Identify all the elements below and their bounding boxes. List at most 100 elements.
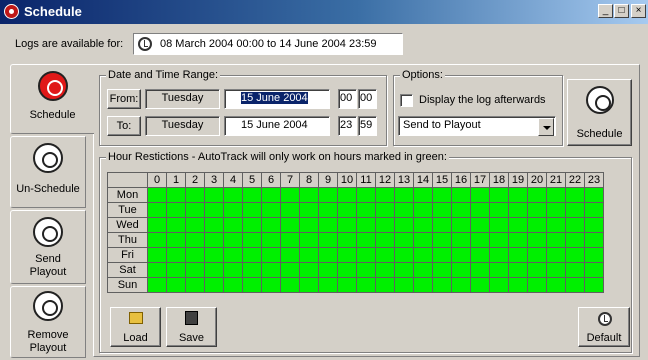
hour-cell[interactable] bbox=[584, 232, 604, 248]
hour-cell[interactable] bbox=[299, 202, 319, 218]
hour-cell[interactable] bbox=[527, 202, 547, 218]
hour-cell[interactable] bbox=[508, 232, 528, 248]
hour-cell[interactable] bbox=[318, 217, 338, 233]
hour-cell[interactable] bbox=[280, 247, 300, 263]
to-date-field[interactable]: 15 June 2004 bbox=[224, 116, 330, 136]
hour-cell[interactable] bbox=[489, 232, 509, 248]
day-label[interactable]: Thu bbox=[107, 232, 148, 248]
day-label[interactable]: Fri bbox=[107, 247, 148, 263]
hour-cell[interactable] bbox=[337, 247, 357, 263]
hour-cell[interactable] bbox=[337, 187, 357, 203]
hour-cell[interactable] bbox=[242, 232, 262, 248]
hour-cell[interactable] bbox=[375, 247, 395, 263]
day-label[interactable]: Sat bbox=[107, 262, 148, 278]
hour-cell[interactable] bbox=[166, 277, 186, 293]
from-button[interactable]: From: bbox=[107, 89, 141, 109]
hour-cell[interactable] bbox=[185, 217, 205, 233]
hour-cell[interactable] bbox=[565, 217, 585, 233]
hour-cell[interactable] bbox=[470, 232, 490, 248]
hour-cell[interactable] bbox=[280, 262, 300, 278]
hour-header[interactable]: 18 bbox=[489, 172, 509, 188]
hour-cell[interactable] bbox=[432, 262, 452, 278]
close-button[interactable]: × bbox=[631, 4, 646, 18]
hour-cell[interactable] bbox=[394, 247, 414, 263]
hour-cell[interactable] bbox=[280, 277, 300, 293]
schedule-button[interactable]: Schedule bbox=[567, 79, 632, 146]
hour-cell[interactable] bbox=[261, 217, 281, 233]
hour-header[interactable]: 11 bbox=[356, 172, 376, 188]
hour-cell[interactable] bbox=[204, 232, 224, 248]
hour-cell[interactable] bbox=[565, 187, 585, 203]
hour-header[interactable]: 23 bbox=[584, 172, 604, 188]
hour-cell[interactable] bbox=[337, 262, 357, 278]
hour-cell[interactable] bbox=[527, 187, 547, 203]
tab-send-playout[interactable]: Send Playout bbox=[10, 210, 86, 284]
hour-cell[interactable] bbox=[223, 247, 243, 263]
hour-cell[interactable] bbox=[432, 232, 452, 248]
hour-header[interactable]: 17 bbox=[470, 172, 490, 188]
hour-cell[interactable] bbox=[584, 217, 604, 233]
hour-cell[interactable] bbox=[546, 277, 566, 293]
hour-header[interactable]: 9 bbox=[318, 172, 338, 188]
playout-dropdown[interactable]: Send to Playout bbox=[398, 116, 556, 136]
hour-cell[interactable] bbox=[299, 262, 319, 278]
hour-cell[interactable] bbox=[185, 262, 205, 278]
hour-cell[interactable] bbox=[546, 217, 566, 233]
hour-cell[interactable] bbox=[565, 202, 585, 218]
hour-cell[interactable] bbox=[204, 202, 224, 218]
to-hour-field[interactable]: 23 bbox=[338, 116, 357, 136]
hour-header[interactable]: 21 bbox=[546, 172, 566, 188]
hour-cell[interactable] bbox=[185, 247, 205, 263]
hour-cell[interactable] bbox=[318, 277, 338, 293]
day-label[interactable]: Wed bbox=[107, 217, 148, 233]
hour-cell[interactable] bbox=[204, 217, 224, 233]
hour-cell[interactable] bbox=[489, 202, 509, 218]
hour-cell[interactable] bbox=[565, 262, 585, 278]
tab-schedule[interactable]: Schedule bbox=[10, 64, 94, 134]
hour-cell[interactable] bbox=[166, 187, 186, 203]
hour-cell[interactable] bbox=[299, 187, 319, 203]
maximize-button[interactable]: □ bbox=[614, 4, 629, 18]
hour-cell[interactable] bbox=[318, 187, 338, 203]
hour-cell[interactable] bbox=[318, 232, 338, 248]
hour-cell[interactable] bbox=[508, 187, 528, 203]
hour-cell[interactable] bbox=[470, 202, 490, 218]
hour-cell[interactable] bbox=[470, 262, 490, 278]
hour-cell[interactable] bbox=[375, 262, 395, 278]
day-label[interactable]: Sun bbox=[107, 277, 148, 293]
hour-cell[interactable] bbox=[356, 277, 376, 293]
hour-cell[interactable] bbox=[413, 277, 433, 293]
hour-cell[interactable] bbox=[242, 217, 262, 233]
hour-cell[interactable] bbox=[451, 232, 471, 248]
hour-cell[interactable] bbox=[508, 217, 528, 233]
hour-cell[interactable] bbox=[204, 262, 224, 278]
hour-cell[interactable] bbox=[318, 262, 338, 278]
hour-cell[interactable] bbox=[356, 217, 376, 233]
hour-cell[interactable] bbox=[584, 202, 604, 218]
hour-cell[interactable] bbox=[261, 262, 281, 278]
hour-cell[interactable] bbox=[527, 232, 547, 248]
hour-cell[interactable] bbox=[375, 187, 395, 203]
hour-header[interactable]: 14 bbox=[413, 172, 433, 188]
hour-cell[interactable] bbox=[470, 187, 490, 203]
hour-cell[interactable] bbox=[147, 247, 167, 263]
hour-cell[interactable] bbox=[432, 187, 452, 203]
hour-cell[interactable] bbox=[299, 217, 319, 233]
hour-cell[interactable] bbox=[451, 277, 471, 293]
hour-cell[interactable] bbox=[489, 262, 509, 278]
hour-cell[interactable] bbox=[413, 217, 433, 233]
hour-cell[interactable] bbox=[337, 277, 357, 293]
hour-header[interactable]: 8 bbox=[299, 172, 319, 188]
hour-cell[interactable] bbox=[565, 247, 585, 263]
hour-cell[interactable] bbox=[508, 277, 528, 293]
hour-cell[interactable] bbox=[508, 202, 528, 218]
from-hour-field[interactable]: 00 bbox=[338, 89, 357, 109]
hour-header[interactable]: 20 bbox=[527, 172, 547, 188]
hour-cell[interactable] bbox=[546, 262, 566, 278]
hour-cell[interactable] bbox=[223, 217, 243, 233]
hour-cell[interactable] bbox=[394, 187, 414, 203]
hour-cell[interactable] bbox=[546, 187, 566, 203]
hour-cell[interactable] bbox=[337, 232, 357, 248]
hour-header[interactable]: 22 bbox=[565, 172, 585, 188]
hour-cell[interactable] bbox=[451, 262, 471, 278]
